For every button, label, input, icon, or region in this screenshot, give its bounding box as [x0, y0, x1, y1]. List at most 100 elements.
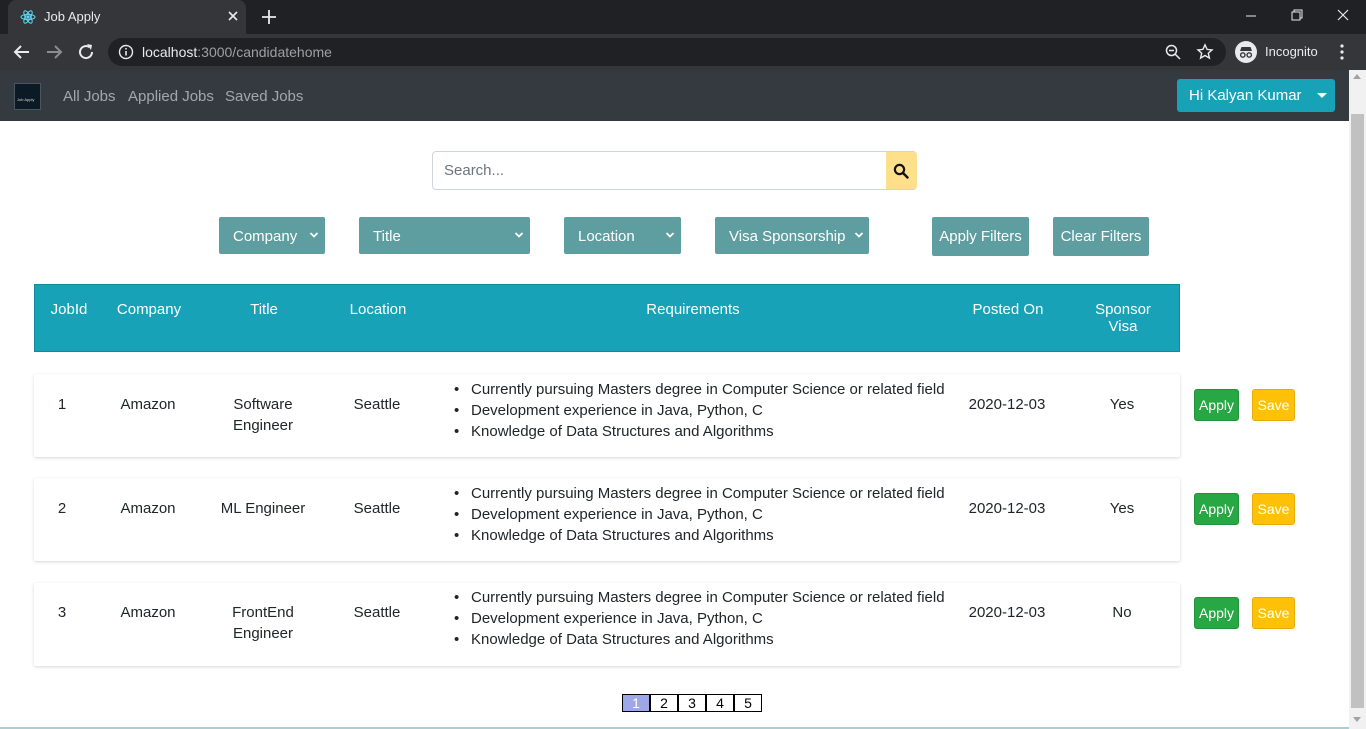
apply-button[interactable]: Apply — [1194, 493, 1239, 525]
header-sponsor-visa: Sponsor Visa — [1095, 301, 1151, 335]
job-title: FrontEnd Engineer — [232, 604, 294, 642]
requirement-item: Currently pursuing Masters degree in Com… — [454, 587, 961, 608]
restore-icon[interactable] — [1274, 0, 1320, 32]
job-title: Software Engineer — [232, 396, 294, 434]
job-location: Seattle — [353, 500, 401, 517]
job-sponsor-visa: No — [1112, 604, 1132, 621]
job-requirements: Currently pursuing Masters degree in Com… — [454, 587, 961, 650]
search-icon — [893, 163, 909, 179]
job-id: 2 — [57, 500, 67, 517]
title-filter-select[interactable]: Title — [359, 217, 530, 254]
minimize-icon[interactable] — [1228, 0, 1274, 32]
save-button[interactable]: Save — [1252, 389, 1295, 421]
page-1-button[interactable]: 1 — [622, 694, 650, 712]
job-company: Amazon — [120, 604, 176, 621]
window-close-icon[interactable] — [1320, 0, 1366, 32]
user-greeting: Hi Kalyan Kumar — [1189, 87, 1302, 104]
job-location: Seattle — [353, 396, 401, 413]
page-4-button[interactable]: 4 — [706, 694, 734, 712]
requirement-item: Currently pursuing Masters degree in Com… — [454, 483, 961, 504]
new-tab-icon[interactable] — [259, 7, 279, 27]
search-button[interactable] — [886, 152, 917, 189]
chevron-down-icon — [854, 232, 864, 238]
caret-down-icon — [1317, 93, 1327, 98]
page-scrollbar[interactable] — [1349, 70, 1366, 729]
nav-all-jobs[interactable]: All Jobs — [63, 88, 116, 105]
save-button[interactable]: Save — [1252, 493, 1295, 525]
incognito-icon — [1235, 41, 1257, 63]
requirement-item: Knowledge of Data Structures and Algorit… — [454, 629, 961, 650]
tab-title: Job Apply — [44, 9, 101, 24]
job-posted-on: 2020-12-03 — [968, 604, 1046, 621]
url-text[interactable]: localhost:3000/candidatehome — [142, 44, 332, 60]
chevron-down-icon — [665, 232, 675, 238]
table-row: 3 Amazon FrontEndEngineer Seattle Curren… — [34, 583, 1180, 666]
apply-button[interactable]: Apply — [1194, 597, 1239, 629]
header-posted-on: Posted On — [972, 301, 1044, 318]
job-posted-on: 2020-12-03 — [968, 500, 1046, 517]
company-filter-select[interactable]: Company — [219, 217, 325, 254]
location-filter-select[interactable]: Location — [564, 217, 681, 254]
zoom-out-icon[interactable] — [1164, 43, 1182, 61]
scroll-down-arrow-icon[interactable] — [1353, 717, 1361, 722]
page-3-button[interactable]: 3 — [678, 694, 706, 712]
chevron-down-icon — [514, 232, 524, 238]
back-arrow-icon[interactable] — [10, 40, 34, 64]
table-row: 2 Amazon ML Engineer Seattle Currently p… — [34, 478, 1180, 561]
job-requirements: Currently pursuing Masters degree in Com… — [454, 483, 961, 546]
page-2-button[interactable]: 2 — [650, 694, 678, 712]
table-row: 1 Amazon SoftwareEngineer Seattle Curren… — [34, 374, 1180, 457]
apply-button[interactable]: Apply — [1194, 389, 1239, 421]
job-company: Amazon — [120, 396, 176, 413]
job-title: ML Engineer — [220, 500, 306, 517]
address-bar[interactable]: localhost:3000/candidatehome — [108, 38, 1226, 66]
incognito-label: Incognito — [1265, 44, 1318, 59]
user-menu-toggle[interactable] — [1308, 79, 1335, 112]
requirement-item: Development experience in Java, Python, … — [454, 504, 961, 525]
requirement-item: Knowledge of Data Structures and Algorit… — [454, 525, 961, 546]
page-5-button[interactable]: 5 — [734, 694, 762, 712]
search-bar — [432, 151, 917, 190]
nav-saved-jobs[interactable]: Saved Jobs — [225, 88, 303, 105]
header-requirements: Requirements — [646, 301, 740, 318]
close-tab-icon[interactable] — [224, 7, 242, 25]
job-sponsor-visa: Yes — [1109, 396, 1135, 413]
job-requirements: Currently pursuing Masters degree in Com… — [454, 379, 961, 442]
react-logo-icon — [20, 10, 36, 24]
search-input[interactable] — [433, 152, 885, 189]
chevron-down-icon — [309, 232, 319, 238]
job-id: 3 — [57, 604, 67, 621]
job-id: 1 — [57, 396, 67, 413]
apply-filters-button[interactable]: Apply Filters — [932, 217, 1029, 256]
requirement-item: Development experience in Java, Python, … — [454, 608, 961, 629]
scroll-thumb[interactable] — [1351, 114, 1364, 708]
site-info-icon[interactable] — [118, 44, 134, 60]
header-title: Title — [250, 301, 278, 318]
browser-toolbar: localhost:3000/candidatehome Incognito — [0, 34, 1366, 70]
header-jobid: JobId — [50, 301, 88, 318]
job-location: Seattle — [353, 604, 401, 621]
jobs-table-header: JobId Company Title Location Requirement… — [34, 284, 1180, 352]
job-sponsor-visa: Yes — [1109, 500, 1135, 517]
header-company: Company — [116, 301, 182, 318]
header-location: Location — [349, 301, 407, 318]
browser-menu-icon[interactable] — [1334, 40, 1350, 64]
job-company: Amazon — [120, 500, 176, 517]
brand-logo[interactable]: Job Apply — [14, 83, 41, 110]
scroll-up-arrow-icon[interactable] — [1353, 74, 1361, 79]
save-button[interactable]: Save — [1252, 597, 1295, 629]
forward-arrow-icon[interactable] — [42, 40, 66, 64]
requirement-item: Currently pursuing Masters degree in Com… — [454, 379, 961, 400]
visa-filter-select[interactable]: Visa Sponsorship — [715, 217, 869, 254]
browser-tab[interactable]: Job Apply — [8, 0, 246, 34]
nav-applied-jobs[interactable]: Applied Jobs — [128, 88, 214, 105]
user-menu-button[interactable]: Hi Kalyan Kumar — [1177, 79, 1335, 112]
app-navbar: Job Apply All Jobs Applied Jobs Saved Jo… — [0, 70, 1349, 121]
clear-filters-button[interactable]: Clear Filters — [1053, 217, 1149, 256]
requirement-item: Knowledge of Data Structures and Algorit… — [454, 421, 961, 442]
reload-icon[interactable] — [74, 40, 98, 64]
requirement-item: Development experience in Java, Python, … — [454, 400, 961, 421]
job-posted-on: 2020-12-03 — [968, 396, 1046, 413]
browser-tabstrip: Job Apply — [0, 0, 1366, 34]
bookmark-star-icon[interactable] — [1196, 43, 1214, 61]
